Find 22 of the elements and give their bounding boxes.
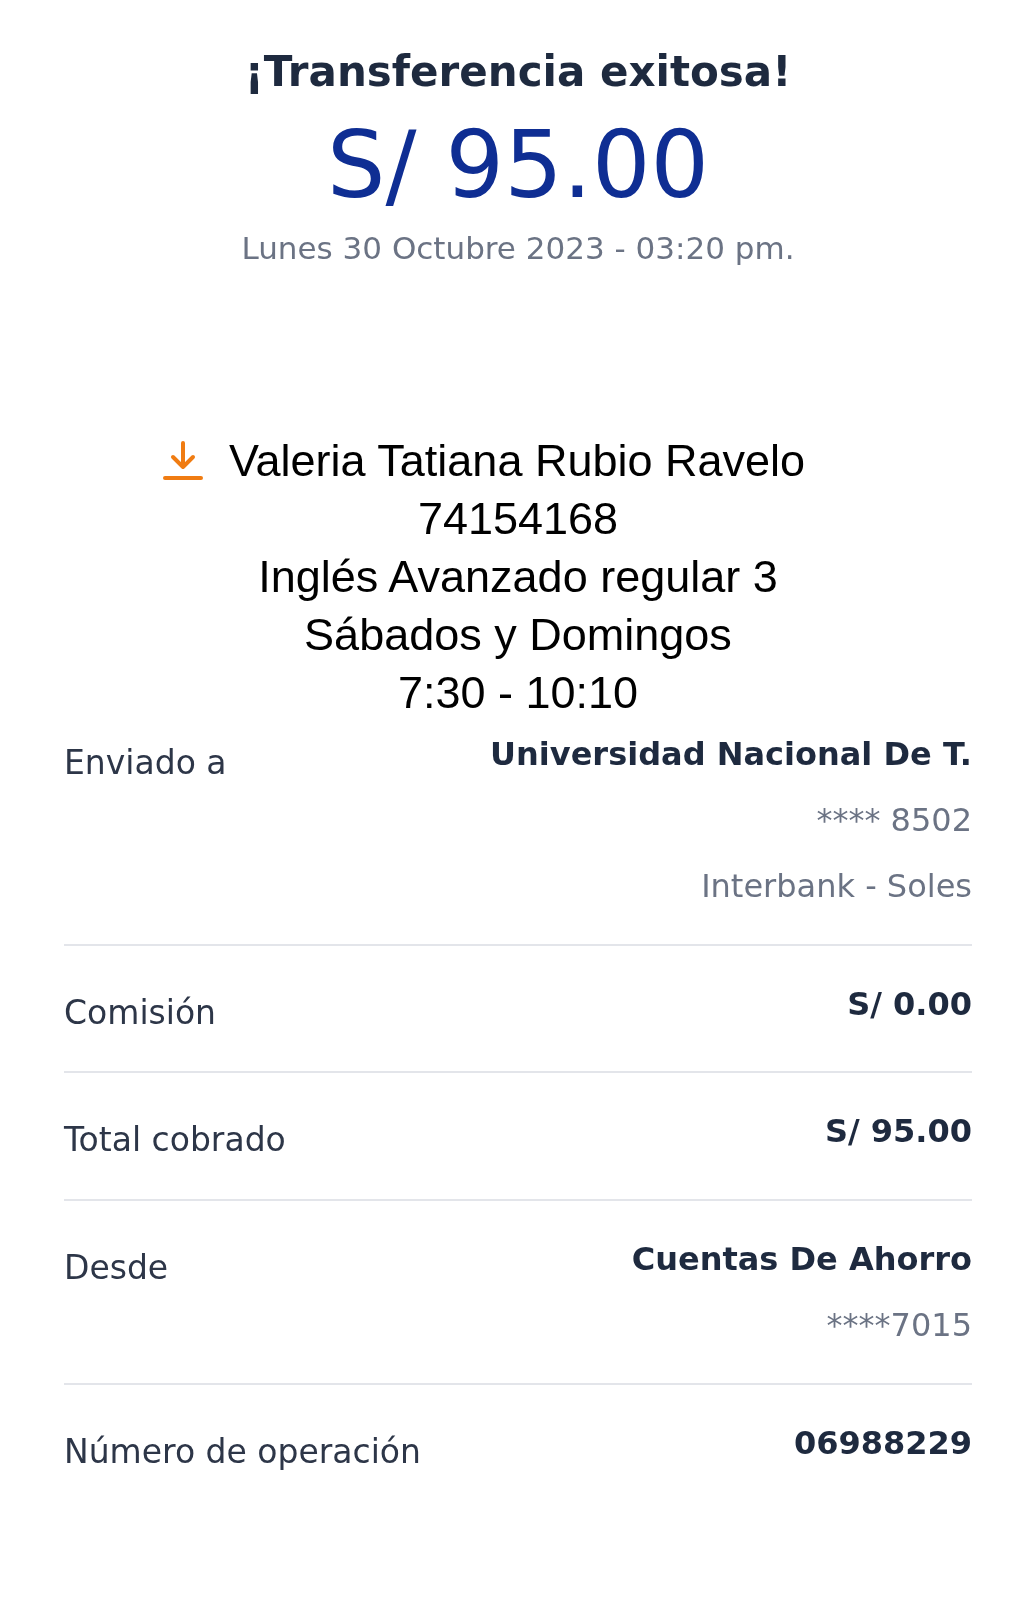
detail-label: Desde — [64, 1246, 169, 1289]
amount: S/ 95.00 — [327, 111, 709, 221]
detail-label: Total cobrado — [64, 1119, 286, 1162]
detail-value: Cuentas De Ahorro — [631, 1238, 972, 1280]
detail-value: **** 8502 — [816, 799, 972, 841]
note-line: Valeria Tatiana Rubio Ravelo — [228, 433, 806, 488]
note-line: 74154168 — [417, 491, 619, 546]
detail-label: Comisión — [64, 991, 216, 1034]
detail-value: 06988229 — [793, 1422, 972, 1464]
download-icon[interactable] — [160, 438, 205, 483]
note-line: Sábados y Domingos — [304, 607, 732, 662]
note-line: Inglés Avanzado regular 3 — [258, 549, 778, 604]
success-title: ¡Transferencia exitosa! — [244, 46, 792, 98]
detail-label: Número de operación — [64, 1430, 421, 1473]
detail-label: Enviado a — [64, 741, 227, 784]
date-time: Lunes 30 Octubre 2023 - 03:20 pm. — [241, 229, 795, 269]
note-line: 7:30 - 10:10 — [397, 665, 639, 720]
detail-value: S/ 95.00 — [824, 1111, 972, 1153]
detail-value: S/ 0.00 — [847, 983, 972, 1025]
detail-value: Interbank - Soles — [701, 865, 972, 907]
detail-value: Universidad Nacional De T. — [490, 733, 972, 775]
detail-value: ****7015 — [826, 1304, 972, 1346]
